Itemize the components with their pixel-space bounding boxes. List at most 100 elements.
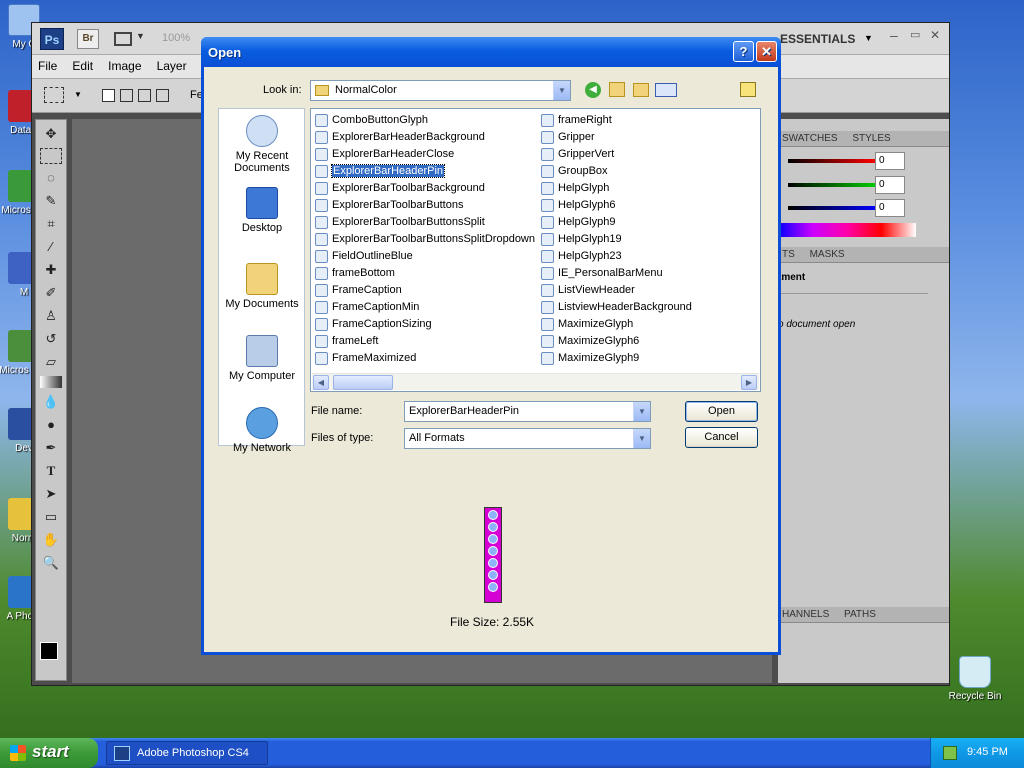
intersect-selection-icon[interactable] [156, 89, 169, 102]
file-item[interactable]: MaximizeGlyph6 [539, 333, 692, 350]
add-selection-icon[interactable] [120, 89, 133, 102]
chevron-down-icon[interactable]: ▼ [553, 81, 570, 100]
file-item[interactable]: ListViewHeader [539, 282, 692, 299]
file-item[interactable]: HelpGlyph9 [539, 214, 692, 231]
chevron-down-icon[interactable]: ▼ [74, 90, 82, 99]
file-type-dropdown[interactable]: All Formats ▼ [404, 428, 651, 449]
views-menu-icon[interactable] [655, 83, 677, 97]
file-item[interactable]: frameRight [539, 112, 692, 129]
start-button[interactable]: start [0, 738, 98, 768]
type-tool-icon[interactable]: T [40, 462, 62, 480]
file-item[interactable]: MaximizeGlyph9 [539, 350, 692, 367]
back-icon[interactable]: ◀ [585, 82, 601, 98]
file-item[interactable]: HelpGlyph19 [539, 231, 692, 248]
scroll-thumb[interactable] [333, 375, 393, 390]
zoom-level[interactable]: 100% [162, 32, 190, 44]
file-item[interactable]: ExplorerBarToolbarButtonsSplitDropdown [313, 231, 535, 248]
up-folder-icon[interactable] [609, 82, 625, 97]
recycle-bin[interactable]: Recycle Bin [942, 656, 1008, 702]
stamp-tool-icon[interactable]: ♙ [40, 307, 62, 325]
place-recent-documents[interactable]: My Recent Documents [219, 115, 305, 181]
file-item[interactable]: MaximizeGlyph [539, 316, 692, 333]
path-select-tool-icon[interactable]: ➤ [40, 485, 62, 503]
tab-channels[interactable]: HANNELS [782, 609, 829, 620]
green-slider[interactable] [788, 183, 876, 187]
restore-icon[interactable]: ▭ [910, 28, 920, 41]
healing-tool-icon[interactable]: ✚ [40, 261, 62, 279]
file-item[interactable]: GroupBox [539, 163, 692, 180]
marquee-preset-icon[interactable] [44, 87, 64, 103]
menu-layer[interactable]: Layer [151, 55, 193, 77]
place-my-network[interactable]: My Network [219, 407, 305, 473]
red-slider[interactable] [788, 159, 876, 163]
minimize-icon[interactable]: – [890, 27, 898, 43]
chevron-down-icon[interactable]: ▼ [136, 31, 145, 41]
brush-tool-icon[interactable]: ✐ [40, 284, 62, 302]
place-my-computer[interactable]: My Computer [219, 335, 305, 401]
horizontal-scrollbar[interactable]: ◀ ▶ [312, 373, 759, 390]
shape-tool-icon[interactable]: ▭ [40, 508, 62, 526]
file-item[interactable]: ExplorerBarToolbarBackground [313, 180, 535, 197]
file-item[interactable]: FrameCaption [313, 282, 535, 299]
taskbar-item-photoshop[interactable]: Adobe Photoshop CS4 [106, 741, 268, 765]
file-item[interactable]: frameBottom [313, 265, 535, 282]
help-button[interactable]: ? [733, 41, 754, 62]
cancel-button[interactable]: Cancel [685, 427, 758, 448]
file-name-input[interactable]: ExplorerBarHeaderPin ▼ [404, 401, 651, 422]
foreground-color-swatch[interactable] [40, 642, 58, 660]
open-button[interactable]: Open [685, 401, 758, 422]
marquee-tool-icon[interactable] [40, 148, 62, 164]
eyedropper-tool-icon[interactable]: ⁄ [40, 238, 62, 256]
eraser-tool-icon[interactable]: ▱ [40, 353, 62, 371]
file-item[interactable]: ExplorerBarToolbarButtonsSplit [313, 214, 535, 231]
chevron-down-icon[interactable]: ▼ [633, 429, 650, 448]
pen-tool-icon[interactable]: ✒ [40, 439, 62, 457]
blue-value[interactable]: 0 [875, 199, 905, 217]
tab-styles[interactable]: STYLES [852, 133, 890, 144]
lasso-tool-icon[interactable]: ◌ [40, 169, 62, 187]
history-brush-tool-icon[interactable]: ↺ [40, 330, 62, 348]
dodge-tool-icon[interactable]: ● [40, 416, 62, 434]
menu-file[interactable]: File [32, 55, 63, 77]
file-item[interactable]: IE_PersonalBarMenu [539, 265, 692, 282]
place-my-documents[interactable]: My Documents [219, 263, 305, 329]
clock[interactable]: 9:45 PM [967, 746, 1008, 758]
file-item[interactable]: HelpGlyph [539, 180, 692, 197]
green-value[interactable]: 0 [875, 176, 905, 194]
new-folder-icon[interactable] [633, 83, 649, 97]
move-tool-icon[interactable]: ✥ [40, 125, 62, 143]
hand-tool-icon[interactable]: ✋ [40, 531, 62, 549]
gradient-tool-icon[interactable] [40, 376, 62, 388]
tab-adjustments[interactable]: TS [782, 249, 795, 260]
blue-slider[interactable] [788, 206, 876, 210]
file-item[interactable]: FrameCaptionMin [313, 299, 535, 316]
bridge-button[interactable]: Br [77, 29, 99, 49]
screen-mode-icon[interactable] [114, 32, 132, 46]
file-item[interactable]: ExplorerBarHeaderClose [313, 146, 535, 163]
file-item[interactable]: ExplorerBarHeaderPin [313, 163, 535, 180]
file-item[interactable]: FieldOutlineBlue [313, 248, 535, 265]
chevron-down-icon[interactable]: ▼ [864, 33, 873, 43]
workspace-switcher[interactable]: ESSENTIALS [780, 32, 855, 46]
subtract-selection-icon[interactable] [138, 89, 151, 102]
close-icon[interactable]: ✕ [930, 28, 940, 42]
close-button[interactable]: ✕ [756, 41, 777, 62]
image-browse-icon[interactable] [740, 82, 756, 97]
file-item[interactable]: frameLeft [313, 333, 535, 350]
quick-select-tool-icon[interactable]: ✎ [40, 192, 62, 210]
menu-image[interactable]: Image [102, 55, 147, 77]
file-item[interactable]: ExplorerBarToolbarButtons [313, 197, 535, 214]
place-desktop[interactable]: Desktop [219, 187, 305, 253]
file-item[interactable]: FrameCaptionSizing [313, 316, 535, 333]
menu-edit[interactable]: Edit [66, 55, 99, 77]
file-item[interactable]: Gripper [539, 129, 692, 146]
file-item[interactable]: ExplorerBarHeaderBackground [313, 129, 535, 146]
file-item[interactable]: ListviewHeaderBackground [539, 299, 692, 316]
tab-swatches[interactable]: SWATCHES [782, 133, 838, 144]
red-value[interactable]: 0 [875, 152, 905, 170]
tab-masks[interactable]: MASKS [810, 249, 845, 260]
file-item[interactable]: ComboButtonGlyph [313, 112, 535, 129]
look-in-dropdown[interactable]: NormalColor ▼ [310, 80, 571, 101]
scroll-left-icon[interactable]: ◀ [313, 375, 329, 390]
scroll-right-icon[interactable]: ▶ [741, 375, 757, 390]
